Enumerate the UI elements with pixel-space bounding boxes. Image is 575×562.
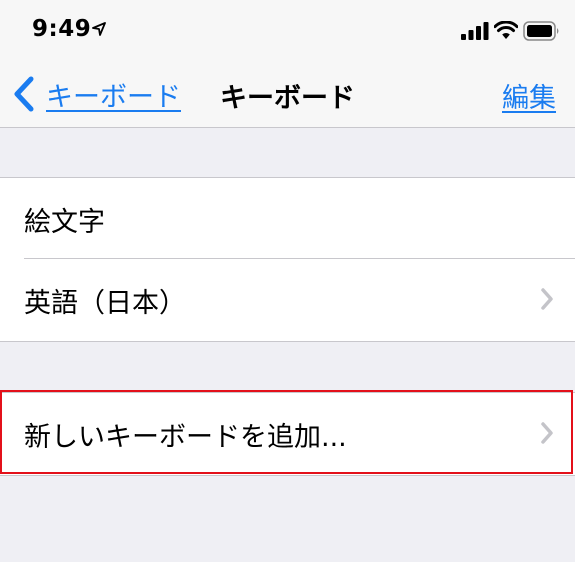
edit-button[interactable]: 編集 bbox=[502, 76, 556, 115]
cellular-signal-icon bbox=[461, 22, 489, 40]
wifi-icon bbox=[494, 21, 518, 39]
keyboard-item-label: 英語（日本） bbox=[24, 288, 186, 319]
chevron-left-icon bbox=[14, 76, 34, 112]
keyboard-item-label: 絵文字 bbox=[24, 207, 105, 238]
location-arrow-icon bbox=[92, 22, 106, 36]
navigation-bar: キーボード キーボード 編集 bbox=[0, 62, 575, 128]
back-button-label: キーボード bbox=[46, 81, 181, 113]
back-button[interactable]: キーボード bbox=[12, 75, 181, 113]
add-new-keyboard-button[interactable]: 新しいキーボードを追加... bbox=[0, 393, 575, 474]
keyboard-list: 絵文字 英語（日本） bbox=[0, 177, 575, 342]
page-title: キーボード bbox=[220, 83, 355, 114]
keyboards-settings-screen: 9:49 キーボード キーボード 編集 絵文字 英語（日本） 新しいキーボードを… bbox=[0, 0, 575, 562]
battery-icon bbox=[523, 21, 559, 41]
status-bar: 9:49 bbox=[0, 0, 575, 62]
add-keyboard-label: 新しいキーボードを追加... bbox=[24, 422, 347, 453]
chevron-right-icon bbox=[541, 288, 553, 310]
keyboard-item-emoji[interactable]: 絵文字 bbox=[0, 178, 575, 259]
status-time: 9:49 bbox=[32, 16, 92, 42]
add-keyboard-group: 新しいキーボードを追加... bbox=[0, 392, 575, 476]
chevron-right-icon bbox=[541, 422, 553, 444]
keyboard-item-english-japan[interactable]: 英語（日本） bbox=[0, 259, 575, 340]
